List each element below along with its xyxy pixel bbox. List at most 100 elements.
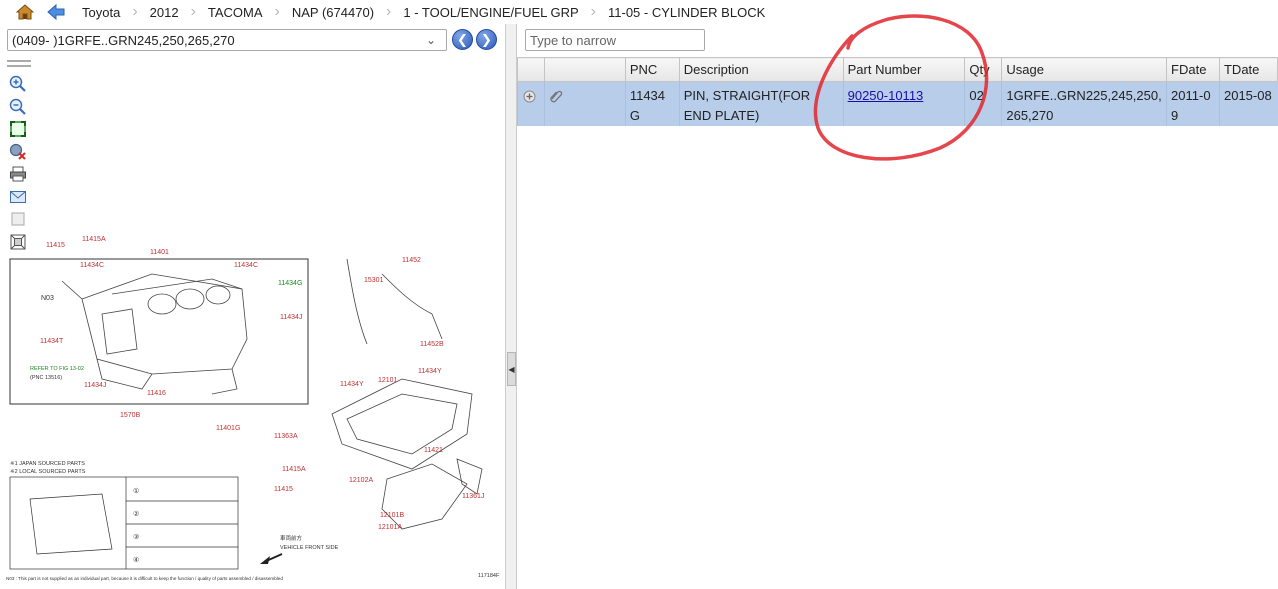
blank-icon[interactable]	[7, 208, 29, 230]
svg-text:11434C: 11434C	[234, 262, 258, 269]
svg-text:11434J: 11434J	[280, 314, 302, 321]
svg-text:11434C: 11434C	[80, 262, 104, 269]
back-arrow-icon[interactable]	[46, 3, 66, 21]
svg-text:11361J: 11361J	[462, 493, 484, 500]
svg-text:11421: 11421	[424, 447, 443, 454]
tdate-cell: 2015-08	[1218, 81, 1278, 126]
fit-icon[interactable]	[7, 118, 29, 140]
col-pnc[interactable]: PNC	[624, 57, 680, 82]
model-variant-value: (0409- )1GRFE..GRN245,250,265,270	[12, 32, 235, 48]
breadcrumb-item-model[interactable]: TACOMA	[202, 5, 269, 20]
description-cell: PIN, STRAIGHT(FOR END PLATE)	[678, 81, 844, 126]
svg-text:11434Y: 11434Y	[418, 368, 442, 375]
breadcrumb-item-region[interactable]: NAP (674470)	[286, 5, 380, 20]
svg-text:N03: N03	[41, 295, 54, 302]
breadcrumb: Toyota › 2012 › TACOMA › NAP (674470) › …	[0, 0, 1278, 24]
breadcrumb-item-make[interactable]: Toyota	[76, 5, 126, 20]
front-label: VEHICLE FRONT SIDE	[280, 545, 339, 551]
col-usage[interactable]: Usage	[1001, 57, 1168, 82]
chevron-right-icon: ›	[274, 3, 280, 20]
breadcrumb-item-group[interactable]: 1 - TOOL/ENGINE/FUEL GRP	[397, 5, 584, 20]
arrow-right-icon: ❯	[481, 31, 492, 47]
svg-text:11415A: 11415A	[282, 466, 306, 473]
chevron-down-icon: ⌄	[425, 33, 436, 47]
svg-text:11401: 11401	[150, 249, 169, 256]
svg-text:②: ②	[133, 510, 139, 518]
breadcrumb-item-section[interactable]: 11-05 - CYLINDER BLOCK	[602, 5, 771, 20]
arrow-left-icon: ❮	[457, 31, 468, 47]
parts-list-pane: PNC Description Part Number Qty Usage FD…	[517, 24, 1278, 589]
fdate-cell: 2011-09	[1166, 81, 1220, 126]
model-variant-select[interactable]: (0409- )1GRFE..GRN245,250,265,270 ⌄	[7, 29, 447, 51]
table-header-row: PNC Description Part Number Qty Usage FD…	[517, 57, 1278, 82]
svg-text:①: ①	[133, 487, 139, 495]
svg-text:12101: 12101	[378, 377, 398, 384]
chevron-right-icon: ›	[190, 3, 196, 20]
svg-text:11434T: 11434T	[40, 338, 64, 345]
svg-text:11363A: 11363A	[274, 433, 298, 440]
chevron-right-icon: ›	[132, 3, 138, 20]
svg-text:11434G: 11434G	[278, 280, 302, 287]
parts-table: PNC Description Part Number Qty Usage FD…	[517, 57, 1278, 126]
diagram-footnote: N03 : This part is not supplied as an in…	[6, 576, 283, 581]
svg-text:③: ③	[133, 533, 139, 541]
svg-text:15301: 15301	[364, 277, 384, 284]
home-icon[interactable]	[16, 3, 34, 21]
svg-text:11452: 11452	[402, 257, 421, 264]
svg-text:12101B: 12101B	[380, 512, 404, 519]
previous-illustration-button[interactable]: ❮	[452, 29, 473, 50]
illustration-pane: (0409- )1GRFE..GRN245,250,265,270 ⌄ ❮ ❯	[0, 24, 505, 589]
legend-local: ※2 LOCAL SOURCED PARTS	[10, 468, 86, 475]
col-expand[interactable]	[517, 57, 545, 82]
svg-text:④: ④	[133, 556, 139, 564]
toolbar-grip[interactable]	[7, 60, 31, 67]
svg-text:1570B: 1570B	[120, 412, 141, 419]
svg-text:11401G: 11401G	[216, 425, 240, 432]
next-illustration-button[interactable]: ❯	[476, 29, 497, 50]
breadcrumb-item-year[interactable]: 2012	[144, 5, 185, 20]
print-icon[interactable]	[7, 163, 29, 185]
collapse-left-pane-button[interactable]: ◀	[507, 352, 516, 386]
part-number-link[interactable]: 90250-10113	[848, 88, 924, 103]
triangle-left-icon: ◀	[508, 364, 515, 374]
refer-pnc: (PNC 13516)	[30, 375, 62, 381]
svg-text:11415: 11415	[46, 242, 65, 249]
usage-cell: 1GRFE..GRN225,245,250,265,270	[1001, 81, 1167, 126]
chevron-right-icon: ›	[386, 3, 392, 20]
col-attach[interactable]	[543, 57, 626, 82]
reset-zoom-icon[interactable]	[7, 141, 29, 163]
front-label-jp: 車両前方	[280, 534, 303, 542]
paperclip-icon[interactable]	[549, 89, 563, 103]
pane-splitter[interactable]: ◀	[505, 24, 517, 589]
attachment-cell[interactable]	[543, 81, 626, 126]
qty-cell: 02	[964, 81, 1002, 126]
chevron-right-icon: ›	[590, 3, 596, 20]
svg-text:12101A: 12101A	[378, 524, 402, 531]
filter-input[interactable]	[525, 29, 705, 51]
legend-japan: ※1 JAPAN SOURCED PARTS	[10, 460, 85, 467]
svg-text:11416: 11416	[147, 390, 166, 397]
svg-text:11415: 11415	[274, 486, 293, 493]
expand-cell[interactable]	[517, 81, 545, 126]
svg-text:11452B: 11452B	[420, 341, 444, 348]
refer-note: REFER TO FIG 13-02	[30, 366, 84, 372]
zoom-in-icon[interactable]	[7, 73, 29, 95]
col-fdate[interactable]: FDate	[1166, 57, 1220, 82]
table-row[interactable]: 11434G PIN, STRAIGHT(FOR END PLATE) 9025…	[517, 81, 1278, 126]
illustration-toolbar	[7, 60, 31, 253]
pnc-cell: 11434G	[624, 81, 680, 126]
parts-diagram[interactable]: 11415 11415A 11401 11434C 11434C N03 114…	[2, 229, 505, 584]
col-part-number[interactable]: Part Number	[842, 57, 966, 82]
zoom-out-icon[interactable]	[7, 96, 29, 118]
part-number-cell: 90250-10113	[842, 81, 965, 126]
svg-text:11434Y: 11434Y	[340, 381, 364, 388]
expand-plus-icon[interactable]	[522, 89, 536, 103]
col-description[interactable]: Description	[678, 57, 844, 82]
svg-text:11415A: 11415A	[82, 236, 106, 243]
col-tdate[interactable]: TDate	[1218, 57, 1278, 82]
col-qty[interactable]: Qty	[964, 57, 1003, 82]
figure-number: 117184F	[478, 573, 500, 579]
mail-icon[interactable]	[7, 186, 29, 208]
svg-text:12102A: 12102A	[349, 477, 373, 484]
svg-text:11434J: 11434J	[84, 382, 106, 389]
